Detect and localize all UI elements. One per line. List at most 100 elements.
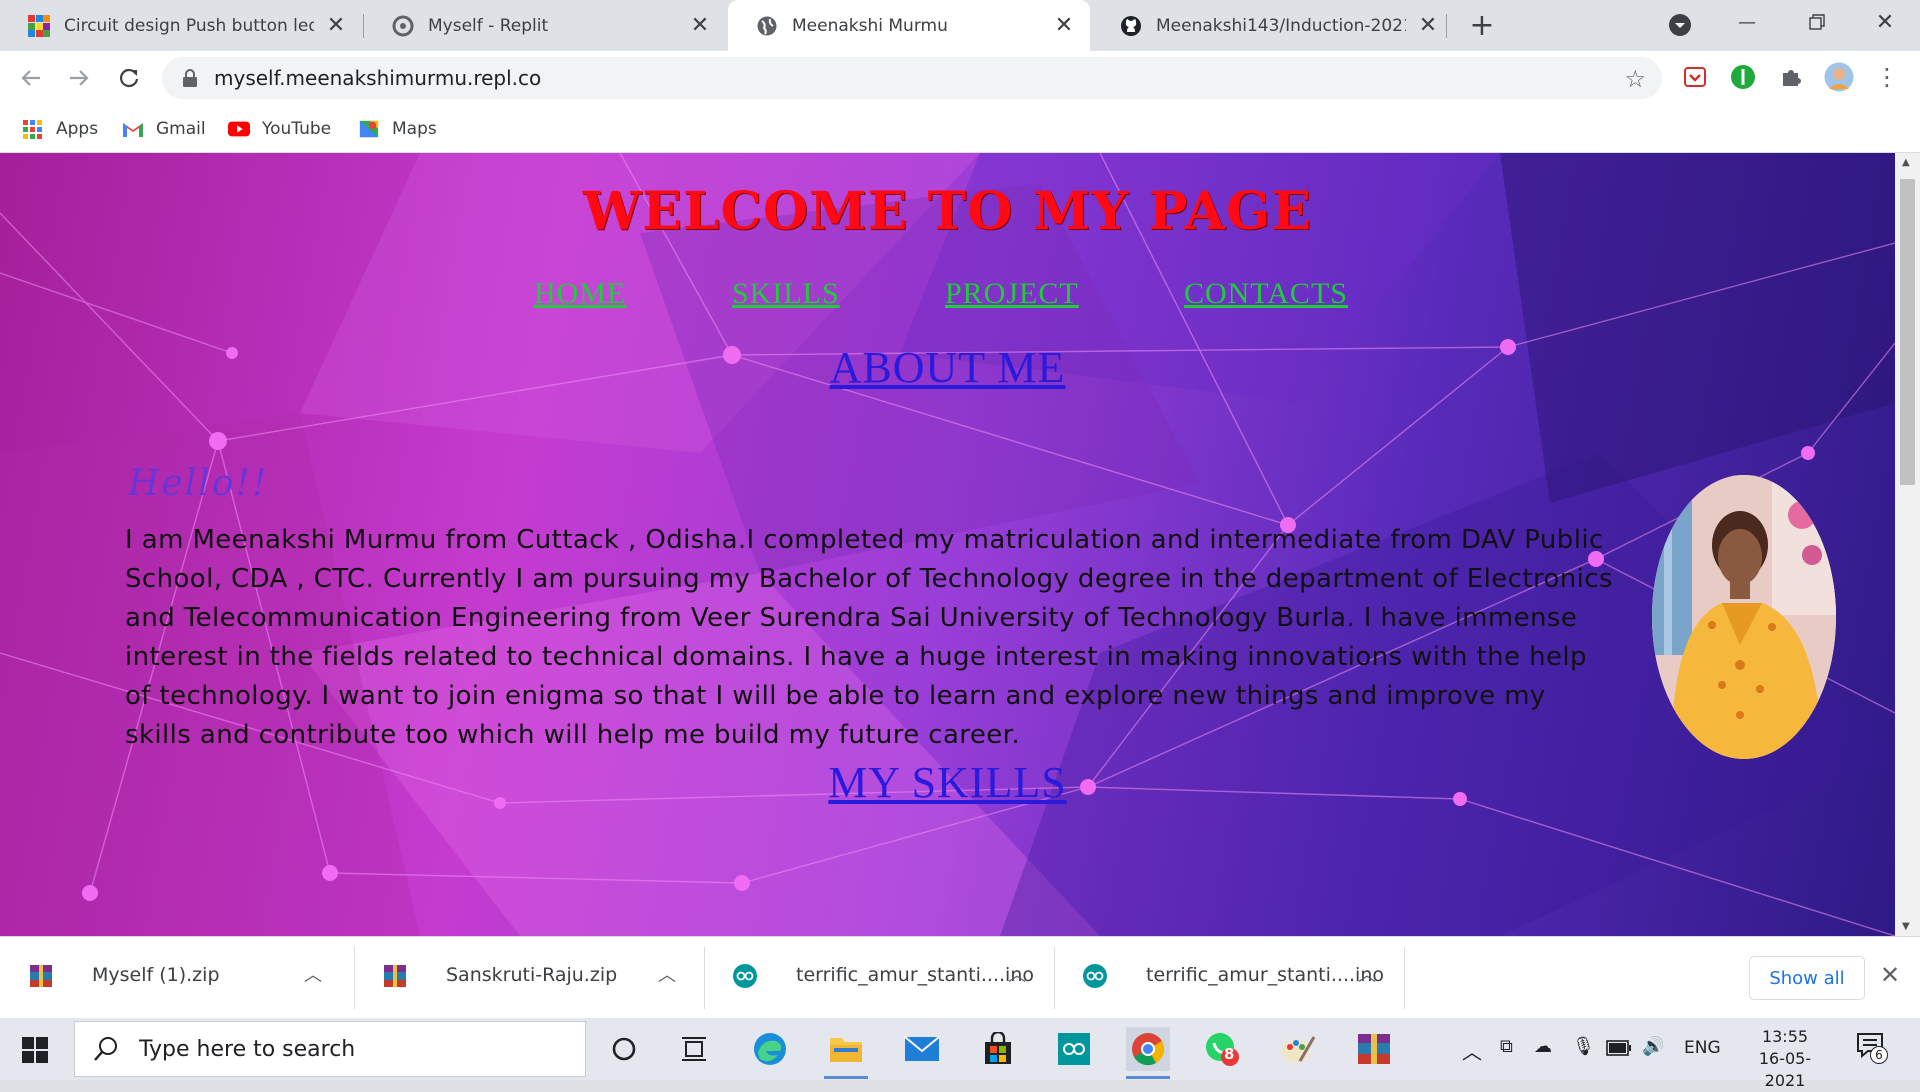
chevron-up-icon[interactable]: ︿ [1462, 1036, 1482, 1065]
bookmark-star-icon[interactable]: ☆ [1624, 65, 1646, 93]
tab-title: Meenakshi Murmu [792, 15, 948, 36]
arduino-ide-icon[interactable] [1052, 1027, 1096, 1071]
whatsapp-icon[interactable]: 8 [1200, 1027, 1244, 1071]
browser-toolbar: myself.meenakshimurmu.repl.co ☆ ⋮ [0, 51, 1920, 105]
microphone-icon[interactable]: 🎙 [1572, 1036, 1595, 1057]
bookmark-youtube[interactable]: YouTube [228, 116, 331, 142]
maps-icon [359, 120, 379, 138]
back-arrow-icon [21, 70, 40, 86]
winrar-icon [384, 965, 406, 987]
nav-link-project[interactable]: PROJECT [945, 277, 1079, 311]
file-explorer-icon[interactable] [824, 1027, 868, 1079]
close-tab-icon[interactable]: ✕ [688, 13, 712, 38]
chevron-up-icon[interactable]: ︿ [1358, 961, 1376, 987]
download-item[interactable]: terrific_amur_stanti....ino ︿ [1054, 937, 1404, 1019]
chevron-up-icon[interactable]: ︿ [658, 961, 676, 987]
paint-icon[interactable] [1276, 1027, 1320, 1071]
search-placeholder: Type here to search [139, 1036, 356, 1062]
meet-now-icon[interactable]: ⧉ [1500, 1036, 1513, 1057]
cortana-icon[interactable] [602, 1027, 646, 1071]
arduino-icon [1083, 964, 1107, 988]
bookmarks-bar: Apps Gmail YouTube Maps [0, 105, 1920, 153]
reload-button[interactable] [112, 61, 146, 95]
winrar-taskbar-icon[interactable] [1352, 1027, 1396, 1071]
tab-title: Meenakshi143/Induction-2021: Ir [1156, 15, 1406, 36]
download-shelf: Myself (1).zip ︿ Sanskruti-Raju.zip ︿ te… [0, 936, 1920, 1018]
taskbar-search-box[interactable]: Type here to search [74, 1021, 586, 1077]
close-tab-icon[interactable]: ✕ [1052, 13, 1076, 38]
scroll-up-arrow-icon[interactable]: ▲ [1902, 157, 1910, 168]
profile-avatar[interactable] [1824, 62, 1854, 92]
close-download-shelf-icon[interactable]: ✕ [1880, 961, 1900, 989]
download-item[interactable]: terrific_amur_stanti....ino ︿ [704, 937, 1054, 1019]
tab-meenakshi-murmu[interactable]: Meenakshi Murmu ✕ [728, 0, 1090, 51]
youtube-icon [228, 121, 250, 137]
address-bar[interactable]: myself.meenakshimurmu.repl.co ☆ [162, 57, 1662, 99]
chevron-up-icon[interactable]: ︿ [1008, 961, 1026, 987]
gmail-icon [123, 123, 143, 137]
winrar-icon [30, 965, 52, 987]
windows-taskbar: Type here to search 8 ︿ ⧉ ☁ 🎙 🔊 ENG 13:5… [0, 1018, 1920, 1090]
bookmark-label: Apps [56, 119, 99, 139]
bookmark-apps[interactable]: Apps [22, 116, 98, 142]
store-icon[interactable] [976, 1027, 1020, 1071]
tab-title: Circuit design Push button led | T [64, 15, 314, 36]
extensions-puzzle-icon[interactable] [1776, 62, 1806, 92]
new-tab-button[interactable]: + [1465, 8, 1499, 43]
tab-github[interactable]: Meenakshi143/Induction-2021: Ir ✕ [1092, 0, 1454, 51]
menu-kebab-icon[interactable]: ⋮ [1872, 62, 1902, 92]
restore-button[interactable] [1782, 0, 1852, 44]
battery-icon[interactable] [1606, 1040, 1632, 1056]
my-skills-heading[interactable]: MY SKILLS [0, 757, 1895, 808]
tab-search-icon[interactable] [1668, 13, 1692, 37]
nav-link-home[interactable]: HOME [534, 277, 626, 311]
about-paragraph: I am Meenakshi Murmu from Cuttack , Odis… [125, 525, 1613, 750]
bookmark-maps[interactable]: Maps [358, 116, 437, 142]
url-text: myself.meenakshimurmu.repl.co [214, 66, 542, 90]
tab-title: Myself - Replit [428, 15, 549, 36]
scroll-down-arrow-icon[interactable]: ▼ [1902, 921, 1910, 932]
chrome-icon[interactable] [1126, 1027, 1170, 1079]
tab-replit[interactable]: Myself - Replit ✕ [364, 0, 726, 51]
tinkercad-icon [28, 14, 50, 37]
windows-start-icon[interactable] [22, 1037, 48, 1063]
reload-icon [119, 68, 139, 88]
back-button[interactable] [14, 61, 48, 95]
system-clock[interactable]: 13:55 16-05-2021 [1740, 1026, 1830, 1092]
nav-link-skills[interactable]: SKILLS [732, 277, 840, 311]
page-nav: HOME SKILLS PROJECT CONTACTS [0, 277, 1895, 317]
forward-button[interactable] [62, 61, 96, 95]
lock-icon [183, 69, 197, 87]
chevron-up-icon[interactable]: ︿ [304, 961, 322, 987]
minimize-button[interactable]: — [1712, 0, 1782, 44]
search-icon [94, 1037, 117, 1061]
notification-count-badge: 6 [1870, 1046, 1888, 1064]
notification-center-icon[interactable]: 6 [1856, 1032, 1888, 1064]
download-filename: terrific_amur_stanti....ino [796, 964, 1034, 986]
clock-time: 13:55 [1761, 1027, 1809, 1046]
download-filename: terrific_amur_stanti....ino [1146, 964, 1384, 986]
close-tab-icon[interactable]: ✕ [1416, 13, 1440, 38]
onedrive-cloud-icon[interactable]: ☁ [1534, 1036, 1552, 1057]
scrollbar-thumb[interactable] [1900, 179, 1915, 485]
language-indicator[interactable]: ENG [1684, 1038, 1721, 1058]
apps-grid-icon [23, 120, 42, 139]
tab-circuit-design[interactable]: Circuit design Push button led | T ✕ [0, 0, 362, 51]
close-tab-icon[interactable]: ✕ [324, 13, 348, 38]
green-extension-icon[interactable] [1728, 62, 1758, 92]
edge-icon[interactable] [748, 1027, 792, 1071]
pocket-extension-icon[interactable] [1680, 62, 1710, 92]
mail-icon[interactable] [900, 1027, 944, 1071]
page-scrollbar[interactable]: ▲ ▼ [1895, 153, 1920, 936]
about-me-heading[interactable]: ABOUT ME [0, 342, 1895, 393]
download-item[interactable]: Sanskruti-Raju.zip ︿ [354, 937, 704, 1019]
bookmark-gmail[interactable]: Gmail [122, 116, 206, 142]
download-item[interactable]: Myself (1).zip ︿ [0, 937, 350, 1019]
volume-icon[interactable]: 🔊 [1642, 1036, 1664, 1057]
nav-link-contacts[interactable]: CONTACTS [1184, 277, 1348, 311]
close-window-button[interactable]: ✕ [1850, 0, 1920, 44]
hello-greeting: Hello!! [128, 463, 269, 504]
page-welcome-title: WELCOME TO MY PAGE [582, 181, 1313, 242]
show-all-downloads-button[interactable]: Show all [1749, 956, 1865, 1000]
task-view-icon[interactable] [672, 1027, 716, 1071]
